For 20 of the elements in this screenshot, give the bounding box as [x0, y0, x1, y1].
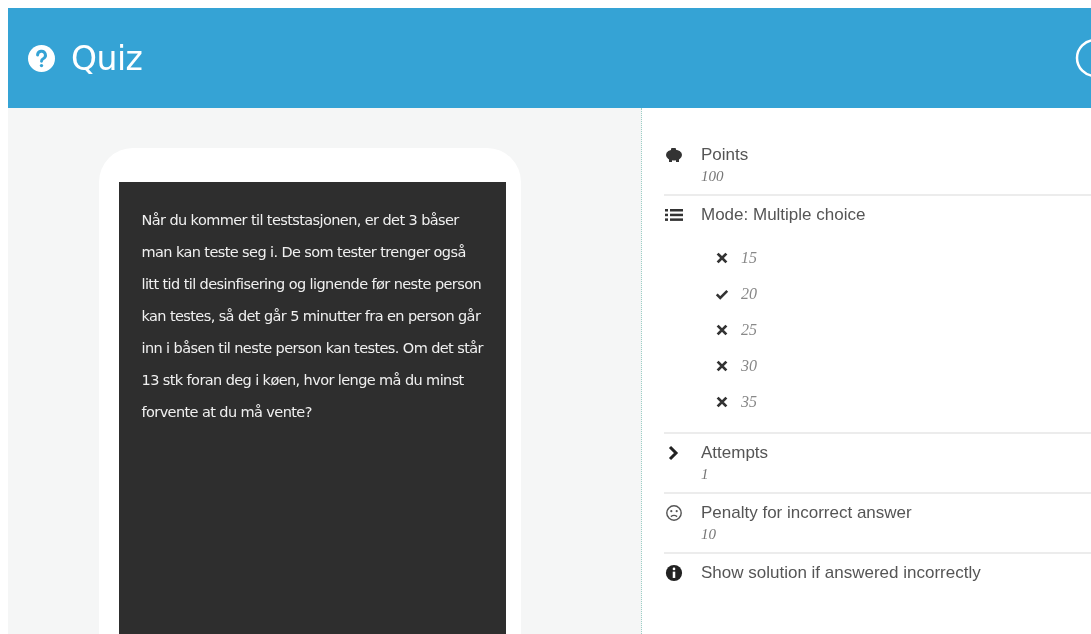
setting-label: Mode: Multiple choice [701, 204, 867, 226]
answer-option: 35 [741, 393, 757, 411]
help-icon [28, 44, 55, 72]
list-icon [664, 206, 684, 224]
setting-label: Attempts [701, 442, 770, 464]
piggy-bank-icon [664, 146, 684, 164]
setting-label: Points [701, 144, 750, 166]
page-title: Quiz [71, 38, 143, 78]
setting-value: 100 [701, 167, 725, 186]
setting-value: 1 [701, 465, 710, 484]
setting-label: Show solution if answered incorrectly [701, 562, 982, 584]
question-text: Når du kommer til teststasjonen, er det 3 båser man kan teste seg i. De som tester trenger også litt tid til desinfisering og lignende før neste person kan testes, så det går 5 minutter fra en person går inn i båsen til neste person kan testes. Om det står 13 stk foran deg i køen, hvor lenge må du minst forvente at du må vente? [141, 211, 484, 422]
answer-option: 15 [741, 249, 757, 267]
answer-option: 30 [741, 357, 757, 375]
answer-option: 20 [741, 285, 757, 303]
info-icon [664, 564, 684, 582]
setting-label: Penalty for incorrect answer [701, 502, 913, 524]
answer-option: 25 [741, 321, 757, 339]
setting-value: 10 [701, 525, 717, 544]
sad-face-icon [664, 504, 684, 522]
